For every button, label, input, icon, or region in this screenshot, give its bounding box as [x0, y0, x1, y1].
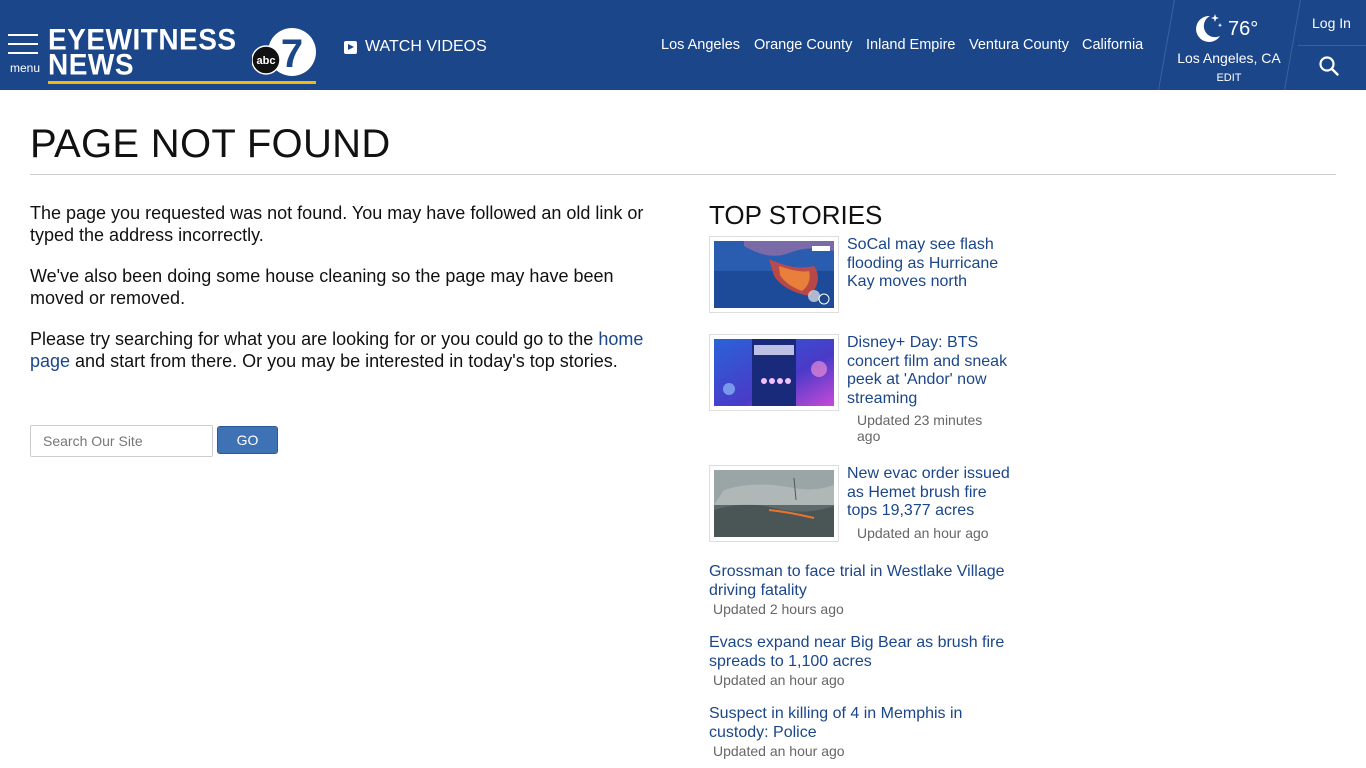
story-updated: Updated 2 hours ago — [713, 601, 844, 617]
error-paragraph-3: Please try searching for what you are lo… — [30, 328, 670, 372]
story-headline[interactable]: Disney+ Day: BTS concert film and sneak … — [847, 334, 1019, 408]
story-updated: Updated an hour ago — [857, 525, 989, 541]
story-card[interactable]: Disney+ Day: BTS concert film and sneak … — [709, 334, 1019, 444]
hurricane-map-image — [714, 241, 834, 308]
title-divider — [30, 174, 1336, 175]
nav-item-ventura-county[interactable]: Ventura County — [969, 37, 1069, 53]
moon-icon — [1196, 14, 1223, 42]
story-updated: Updated 23 minutes ago — [857, 412, 983, 444]
nav-item-los-angeles[interactable]: Los Angeles — [661, 37, 740, 53]
menu-label: menu — [10, 61, 41, 75]
para3-text: Please try searching for what you are lo… — [30, 329, 599, 349]
nav-item-inland-empire[interactable]: Inland Empire — [866, 37, 955, 53]
abc7-logo-icon: 7 abc — [252, 28, 316, 76]
error-paragraph-2: We've also been doing some house cleanin… — [30, 266, 614, 308]
page-title: PAGE NOT FOUND — [30, 122, 391, 166]
site-header: menu EYEWITNESS NEWS 7 abc WATCH VIDEOS … — [0, 0, 1366, 90]
error-paragraph-1: The page you requested was not found. Yo… — [30, 203, 644, 245]
site-logo[interactable]: EYEWITNESS NEWS 7 abc — [48, 25, 318, 86]
brush-fire-image — [714, 470, 834, 537]
header-divider — [1298, 45, 1366, 46]
menu-button[interactable]: menu — [8, 34, 40, 76]
story-thumbnail[interactable] — [709, 334, 839, 411]
watch-videos-label: WATCH VIDEOS — [365, 38, 487, 55]
login-link[interactable]: Log In — [1312, 15, 1351, 31]
weather-city: Los Angeles, CA — [1177, 50, 1281, 66]
weather-widget[interactable]: 76° Los Angeles, CA EDIT — [1170, 10, 1288, 88]
story-headline[interactable]: Suspect in killing of 4 in Memphis in cu… — [709, 704, 1019, 742]
nav-item-california[interactable]: California — [1082, 37, 1143, 53]
logo-number: 7 — [281, 32, 303, 76]
site-search-input[interactable] — [30, 425, 213, 457]
top-stories-heading: TOP STORIES — [709, 200, 883, 230]
logo-badge: abc — [257, 55, 276, 67]
weather-edit-link[interactable]: EDIT — [1170, 72, 1288, 84]
story-headline[interactable]: New evac order issued as Hemet brush fir… — [847, 465, 1019, 521]
logo-underline — [48, 81, 316, 84]
concert-poster-image — [714, 339, 834, 406]
story-list-item[interactable]: Suspect in killing of 4 in Memphis in cu… — [709, 704, 1019, 760]
story-card[interactable]: New evac order issued as Hemet brush fir… — [709, 465, 1019, 545]
story-thumbnail[interactable] — [709, 465, 839, 542]
para3-text: and start from there. Or you may be inte… — [70, 351, 618, 371]
story-headline[interactable]: Grossman to face trial in Westlake Villa… — [709, 562, 1019, 600]
story-list-item[interactable]: Evacs expand near Big Bear as brush fire… — [709, 633, 1019, 689]
story-thumbnail[interactable] — [709, 236, 839, 313]
story-list-item[interactable]: Grossman to face trial in Westlake Villa… — [709, 562, 1019, 618]
error-message: The page you requested was not found. Yo… — [30, 202, 670, 391]
play-icon — [344, 40, 357, 54]
search-go-button[interactable]: GO — [217, 426, 278, 454]
story-card[interactable]: SoCal may see flash flooding as Hurrican… — [709, 236, 1019, 316]
story-headline[interactable]: SoCal may see flash flooding as Hurrican… — [847, 236, 1019, 292]
weather-temp: 76° — [1228, 18, 1259, 40]
story-updated: Updated an hour ago — [713, 743, 845, 759]
logo-line2: NEWS — [48, 48, 134, 81]
watch-videos-link[interactable]: WATCH VIDEOS — [344, 38, 487, 56]
story-updated: Updated an hour ago — [713, 672, 845, 688]
hamburger-icon — [8, 34, 40, 54]
nav-item-orange-county[interactable]: Orange County — [754, 37, 852, 53]
search-icon[interactable] — [1318, 55, 1340, 77]
story-headline[interactable]: Evacs expand near Big Bear as brush fire… — [709, 633, 1019, 671]
